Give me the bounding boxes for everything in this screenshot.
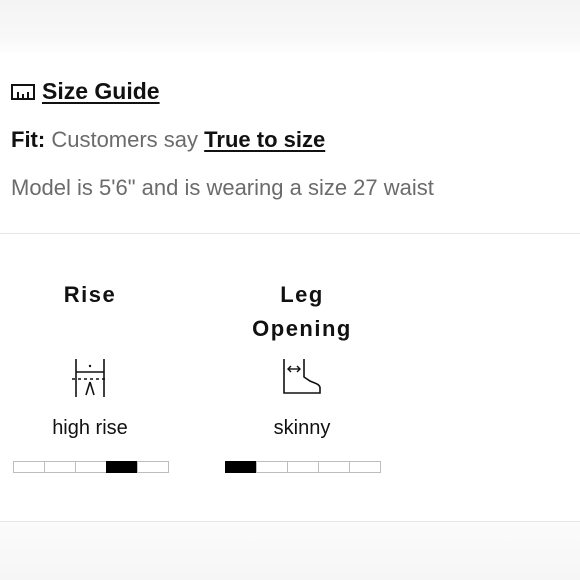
- scale-segment: [256, 461, 288, 473]
- true-to-size-link[interactable]: True to size: [204, 127, 325, 152]
- leg-opening-title-line: Opening: [252, 316, 352, 341]
- leg-opening-scale: [225, 461, 381, 473]
- ruler-icon: [11, 83, 35, 101]
- size-guide-link[interactable]: Size Guide: [11, 78, 160, 105]
- bottom-background: [0, 522, 580, 580]
- scale-segment: [318, 461, 350, 473]
- size-guide-label[interactable]: Size Guide: [42, 78, 160, 105]
- scale-segment: [137, 461, 169, 473]
- scale-segment: [13, 461, 45, 473]
- scale-segment: [44, 461, 76, 473]
- leg-opening-title: Leg Opening: [222, 278, 382, 346]
- model-info: Model is 5'6" and is wearing a size 27 w…: [11, 175, 434, 200]
- fit-row: Fit: Customers say True to size: [11, 127, 325, 153]
- scale-segment: [287, 461, 319, 473]
- rise-value: high rise: [52, 417, 128, 439]
- scale-segment: [349, 461, 381, 473]
- leg-opening-title-line: Leg: [280, 282, 324, 307]
- scale-segment-selected: [106, 461, 138, 473]
- leg-opening-value: skinny: [273, 417, 331, 439]
- fit-text: Customers say: [51, 127, 199, 152]
- fit-label: Fit:: [11, 127, 46, 152]
- section-divider: [0, 233, 580, 234]
- top-background: [0, 0, 580, 52]
- scale-segment: [75, 461, 107, 473]
- rise-title-line: Rise: [63, 282, 117, 307]
- rise-title: Rise: [10, 278, 170, 312]
- leg-opening-icon: [280, 357, 324, 404]
- rise-icon: [70, 357, 110, 404]
- scale-segment-selected: [225, 461, 257, 473]
- rise-scale: [13, 461, 169, 473]
